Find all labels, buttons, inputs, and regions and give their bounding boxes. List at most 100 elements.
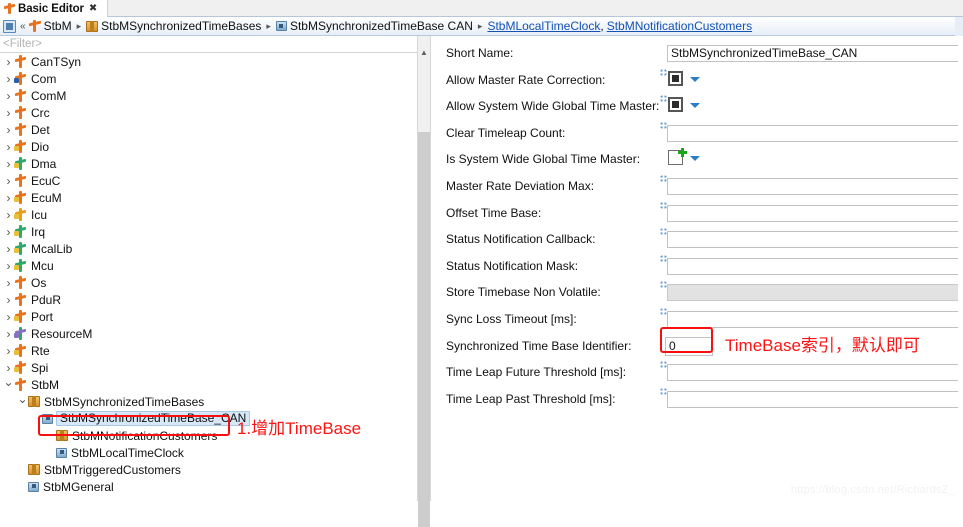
chevron-down-icon[interactable] [3, 376, 14, 393]
chevron-right-icon[interactable] [3, 87, 14, 104]
plug-icon [14, 293, 27, 306]
tree-item-resourcem[interactable]: ResourceM [0, 325, 417, 342]
breadcrumb-item-stbm[interactable]: StbM [29, 17, 72, 36]
close-icon[interactable]: ✖ [89, 3, 97, 14]
chevron-right-icon[interactable] [3, 53, 14, 70]
form-input[interactable] [667, 178, 963, 195]
drag-handle-icon[interactable] [660, 228, 667, 236]
chevron-right-icon[interactable] [3, 223, 14, 240]
tree-item-label: StbMSynchronizedTimeBase_CAN [56, 411, 251, 426]
chevron-right-icon[interactable] [3, 121, 14, 138]
tree-item-port[interactable]: Port [0, 308, 417, 325]
tree-item-mcu[interactable]: Mcu [0, 257, 417, 274]
tree-item-dma[interactable]: Dma [0, 155, 417, 172]
plug-icon [14, 225, 27, 238]
form-label: Allow Master Rate Correction: [446, 72, 606, 87]
form-label: Sync Loss Timeout [ms]: [446, 312, 577, 326]
form-input[interactable]: StbMSynchronizedTimeBase_CAN [667, 45, 963, 62]
tab-basic-editor[interactable]: Basic Editor ✖ [0, 0, 108, 17]
form-row-time-leap-past-threshold-ms: Time Leap Past Threshold [ms]: [432, 387, 963, 414]
checkbox-checked[interactable] [668, 97, 683, 113]
tree-item-stbmgeneral[interactable]: StbMGeneral [0, 478, 417, 495]
form-input[interactable] [667, 204, 963, 222]
chevron-right-icon[interactable] [3, 138, 14, 155]
element-icon [275, 21, 287, 31]
tree-item-ecum[interactable]: EcuM [0, 189, 417, 206]
drag-handle-icon[interactable] [660, 121, 667, 129]
checkbox-checked[interactable] [668, 70, 683, 86]
chevron-down-icon[interactable] [690, 76, 700, 82]
tree-item-label: ResourceM [31, 326, 93, 341]
plug-icon [14, 344, 27, 357]
breadcrumb-item-timebase-can[interactable]: StbMSynchronizedTimeBase CAN [275, 17, 473, 36]
chevron-right-icon[interactable] [3, 342, 14, 359]
element-icon [28, 481, 39, 492]
plug-icon [14, 123, 27, 136]
chevron-right-icon[interactable] [3, 274, 14, 291]
drag-handle-icon[interactable] [660, 201, 667, 209]
drag-handle-icon[interactable] [660, 95, 667, 103]
form-input[interactable] [667, 124, 963, 142]
tree-item-stbm[interactable]: StbM [0, 376, 417, 393]
home-icon[interactable] [3, 19, 16, 33]
drag-handle-icon[interactable] [660, 281, 667, 289]
form-row-allow-system-wide-global-time-master: Allow System Wide Global Time Master: [432, 94, 963, 121]
tree-item-com[interactable]: Com [0, 70, 417, 87]
tree-item-rte[interactable]: Rte [0, 342, 417, 359]
scroll-up-icon[interactable]: ▲ [418, 46, 430, 58]
chevron-right-icon[interactable] [3, 70, 14, 87]
form-input[interactable] [667, 364, 963, 382]
form-input[interactable]: 0 [665, 336, 713, 356]
chevron-down-icon[interactable] [17, 393, 28, 410]
tree-item-os[interactable]: Os [0, 274, 417, 291]
chevron-right-icon[interactable] [3, 172, 14, 189]
chevron-right-icon[interactable] [3, 104, 14, 121]
tree-item-mcallib[interactable]: McalLib [0, 240, 417, 257]
form-input[interactable] [667, 231, 963, 249]
scrollbar-thumb[interactable] [418, 132, 430, 527]
chevron-down-icon[interactable] [690, 103, 700, 109]
tree-item-crc[interactable]: Crc [0, 104, 417, 121]
breadcrumb-link-notificationcustomers[interactable]: StbMNotificationCustomers [607, 19, 752, 33]
drag-handle-icon[interactable] [660, 254, 667, 262]
tree-item-irq[interactable]: Irq [0, 223, 417, 240]
chevron-right-icon[interactable] [3, 257, 14, 274]
drag-handle-icon[interactable] [660, 68, 667, 76]
drag-handle-icon[interactable] [660, 175, 667, 182]
tree-item-stbmsynchronizedtimebases[interactable]: StbMSynchronizedTimeBases [0, 393, 417, 410]
drag-handle-icon[interactable] [660, 308, 667, 315]
panel-vertical-scrollbar[interactable]: ▲ [417, 36, 431, 527]
tree-item-dio[interactable]: Dio [0, 138, 417, 155]
tree-item-stbmtriggeredcustomers[interactable]: StbMTriggeredCustomers [0, 461, 417, 478]
tree-item-stbmlocaltimeclock[interactable]: StbMLocalTimeClock [0, 444, 417, 461]
chevron-right-icon[interactable] [3, 325, 14, 342]
tree-item-pdur[interactable]: PduR [0, 291, 417, 308]
chevron-right-icon[interactable] [3, 291, 14, 308]
chevron-right-icon[interactable] [3, 240, 14, 257]
chevron-right-icon[interactable] [3, 155, 14, 172]
form-input[interactable] [667, 311, 963, 328]
chevron-right-icon[interactable] [3, 359, 14, 376]
chevron-down-icon[interactable] [690, 156, 700, 162]
breadcrumb-link-localtimeclock[interactable]: StbMLocalTimeClock [487, 19, 600, 33]
drag-handle-icon[interactable] [660, 387, 667, 395]
collapse-icon[interactable]: « [20, 21, 26, 32]
tree-item-ecuc[interactable]: EcuC [0, 172, 417, 189]
tree-item-det[interactable]: Det [0, 121, 417, 138]
tree-item-cantsyn[interactable]: CanTSyn [0, 53, 417, 70]
chevron-right-icon[interactable] [3, 206, 14, 223]
tree-item-spi[interactable]: Spi [0, 359, 417, 376]
breadcrumb-separator-icon: ▸ [477, 20, 483, 31]
form-label: Synchronized Time Base Identifier: [446, 338, 632, 353]
form-input[interactable] [667, 257, 963, 275]
chevron-right-icon[interactable] [3, 189, 14, 206]
form-input[interactable] [667, 390, 963, 408]
tree-item-comm[interactable]: ComM [0, 87, 417, 104]
tree-item-icu[interactable]: Icu [0, 206, 417, 223]
form-row-status-notification-callback: Status Notification Callback: [432, 227, 963, 254]
form-row-store-timebase-non-volatile: Store Timebase Non Volatile: [432, 280, 963, 307]
drag-handle-icon[interactable] [660, 361, 667, 369]
breadcrumb-item-timebases[interactable]: StbMSynchronizedTimeBases [86, 17, 261, 36]
filter-input[interactable]: <Filter> [0, 36, 417, 53]
chevron-right-icon[interactable] [3, 308, 14, 325]
